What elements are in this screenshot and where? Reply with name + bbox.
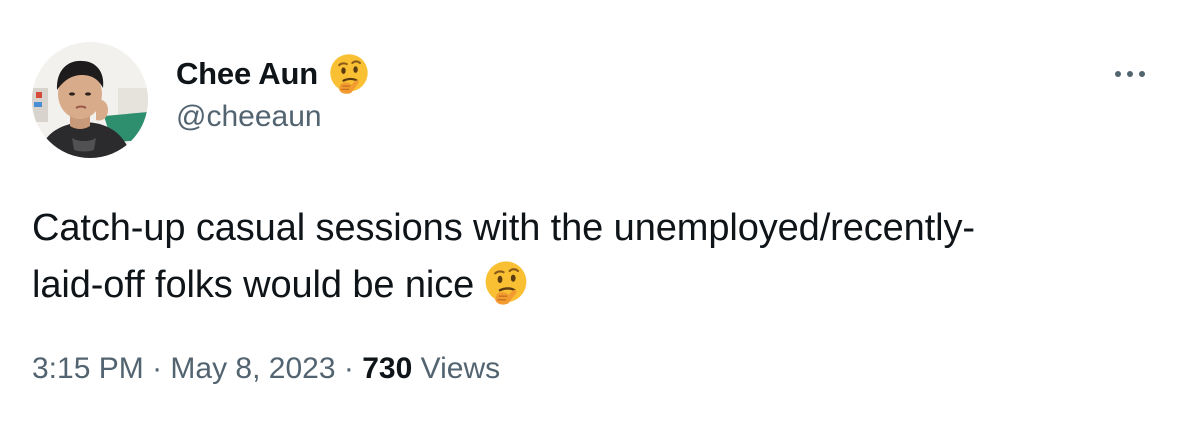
more-horizontal-icon[interactable]: [1110, 62, 1150, 86]
author-handle[interactable]: @cheeaun: [176, 100, 371, 134]
thinking-face-emoji-icon: [330, 54, 368, 94]
tweet-meta: 3:15 PM · May 8, 2023 · 730 Views: [32, 352, 500, 386]
tweet-text-line-2-content: laid-off folks would be nice: [32, 264, 475, 306]
tweet-date[interactable]: May 8, 2023: [170, 352, 335, 385]
avatar-photo: [32, 42, 148, 158]
author-name-row: Chee Aun: [176, 52, 371, 96]
meta-separator: ·: [343, 352, 354, 385]
views-label: Views: [420, 352, 501, 385]
tweet-text-line-2: laid-off folks would be nice: [32, 257, 1142, 314]
tweet-card: Chee Aun @cheeaun Catch-up casual sessio…: [0, 0, 1182, 422]
author-display-name[interactable]: Chee Aun: [176, 56, 318, 92]
meta-separator: ·: [152, 352, 163, 385]
author-block: Chee Aun @cheeaun: [176, 52, 371, 134]
tweet-text-line-1: Catch-up casual sessions with the unempl…: [32, 207, 975, 249]
tweet-text: Catch-up casual sessions with the unempl…: [32, 200, 1142, 314]
avatar[interactable]: [32, 42, 148, 158]
views-count: 730: [362, 352, 413, 385]
tweet-time[interactable]: 3:15 PM: [32, 352, 144, 385]
thinking-face-emoji-icon: [485, 261, 527, 305]
tweet-views[interactable]: 730 Views: [362, 352, 500, 385]
